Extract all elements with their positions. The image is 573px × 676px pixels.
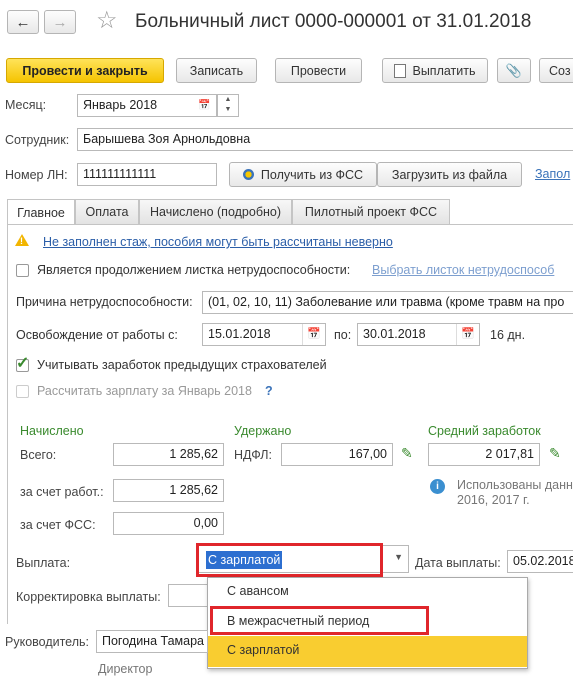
tab-panel-left-border: [7, 224, 8, 624]
avg-earnings-input[interactable]: 2 017,81: [428, 443, 540, 466]
ndfl-label: НДФЛ:: [234, 448, 272, 462]
payout-date-label: Дата выплаты:: [415, 556, 501, 570]
get-from-fss-label: Получить из ФСС: [260, 167, 364, 182]
fss-label: за счет ФСС:: [20, 518, 96, 532]
continuation-checkbox[interactable]: [16, 264, 29, 277]
option-with-salary-label: С зарплатой: [227, 643, 300, 657]
help-icon[interactable]: ?: [265, 384, 273, 398]
info-text-line1: Использованы данн: [457, 478, 573, 492]
head-input[interactable]: Погодина Тамара: [96, 630, 208, 653]
calendar-icon[interactable]: 📅: [456, 324, 479, 345]
arrow-right-icon: →: [52, 13, 68, 31]
down-icon[interactable]: ▼: [218, 105, 238, 115]
consider-earnings-label: Учитывать заработок предыдущих страховат…: [37, 358, 327, 372]
employer-input[interactable]: 1 285,62: [113, 479, 224, 502]
correction-input[interactable]: [168, 584, 208, 607]
star-icon[interactable]: ☆: [96, 6, 118, 35]
continuation-label: Является продолжением листка нетрудоспос…: [37, 263, 351, 277]
head-position: Директор: [98, 662, 153, 676]
tab-panel-border: [7, 224, 573, 225]
payout-selected-value: С зарплатой: [206, 551, 283, 569]
tab-main[interactable]: Главное: [7, 199, 75, 225]
ndfl-input[interactable]: 167,00: [281, 443, 393, 466]
release-from-input[interactable]: 15.01.2018 📅: [202, 323, 326, 346]
reason-label: Причина нетрудоспособности:: [16, 295, 193, 309]
month-stepper[interactable]: ▲ ▼: [217, 94, 239, 117]
employer-label: за счет работ.:: [20, 485, 104, 499]
calendar-icon[interactable]: 📅: [302, 324, 325, 345]
checkmark-icon: ✓: [16, 355, 30, 372]
document-icon: [394, 63, 407, 78]
fill-link[interactable]: Запол: [535, 167, 570, 181]
pencil-icon[interactable]: ✎: [401, 445, 413, 462]
employee-label: Сотрудник:: [5, 133, 70, 147]
tab-fss-pilot[interactable]: Пилотный проект ФСС: [292, 199, 450, 224]
withheld-header: Удержано: [234, 424, 292, 438]
pay-label: Выплатить: [412, 63, 476, 78]
release-to-input[interactable]: 30.01.2018 📅: [357, 323, 480, 346]
total-label: Всего:: [20, 448, 57, 462]
ln-input[interactable]: 111111111111: [77, 163, 217, 186]
warning-link[interactable]: Не заполнен стаж, пособия могут быть рас…: [43, 235, 393, 249]
ln-label: Номер ЛН:: [5, 168, 68, 182]
release-from-value: 15.01.2018: [208, 327, 271, 341]
month-input[interactable]: Январь 2018 📅: [77, 94, 217, 117]
calc-salary-checkbox[interactable]: [16, 385, 29, 398]
fss-input[interactable]: 0,00: [113, 512, 224, 535]
head-label: Руководитель:: [5, 635, 90, 649]
up-icon[interactable]: ▲: [218, 95, 238, 105]
payout-date-input[interactable]: 05.02.2018: [507, 550, 573, 573]
option-advance[interactable]: С авансом: [227, 584, 289, 598]
reason-input[interactable]: (01, 02, 10, 11) Заболевание или травма …: [202, 291, 573, 314]
employee-input[interactable]: Барышева Зоя Арнольдовна: [77, 128, 573, 151]
calc-salary-label: Рассчитать зарплату за Январь 2018: [37, 384, 252, 398]
info-icon: i: [430, 479, 445, 494]
avg-earnings-header: Средний заработок: [428, 424, 541, 438]
get-from-fss-button[interactable]: Получить из ФСС: [229, 162, 377, 187]
fss-icon: [242, 169, 254, 180]
save-button[interactable]: Записать: [176, 58, 257, 83]
option-interpayment[interactable]: В межрасчетный период: [227, 614, 369, 628]
release-to-value: 30.01.2018: [363, 327, 426, 341]
back-button[interactable]: ←: [7, 10, 39, 34]
tab-payment[interactable]: Оплата: [75, 199, 139, 224]
to-label: по:: [334, 328, 352, 342]
accrued-header: Начислено: [20, 424, 84, 438]
page-title: Больничный лист 0000-000001 от 31.01.201…: [135, 11, 532, 32]
tab-accrued-detail[interactable]: Начислено (подробно): [139, 199, 292, 224]
arrow-left-icon: ←: [15, 13, 31, 31]
warning-exclaim: !: [20, 236, 23, 246]
release-label: Освобождение от работы с:: [16, 328, 178, 342]
choose-sheet-link[interactable]: Выбрать листок нетрудоспособ: [372, 263, 554, 277]
create-button[interactable]: Соз: [539, 58, 573, 83]
attach-button[interactable]: 📎: [497, 58, 531, 83]
pay-button[interactable]: Выплатить: [382, 58, 488, 83]
info-text-line2: 2016, 2017 г.: [457, 493, 530, 507]
payout-label: Выплата:: [16, 556, 71, 570]
load-from-file-button[interactable]: Загрузить из файла: [377, 162, 522, 187]
dropdown-arrow-icon[interactable]: ▼: [394, 552, 403, 562]
total-input[interactable]: 1 285,62: [113, 443, 224, 466]
month-label: Месяц:: [5, 98, 47, 112]
forward-button[interactable]: →: [44, 10, 76, 34]
post-button[interactable]: Провести: [275, 58, 362, 83]
correction-label: Корректировка выплаты:: [16, 590, 161, 604]
pencil-icon[interactable]: ✎: [549, 445, 561, 462]
calendar-icon[interactable]: 📅: [198, 95, 210, 116]
post-and-close-button[interactable]: Провести и закрыть: [6, 58, 164, 83]
days-count: 16 дн.: [490, 328, 526, 342]
month-value: Январь 2018: [83, 98, 158, 112]
paperclip-icon: 📎: [505, 62, 523, 78]
